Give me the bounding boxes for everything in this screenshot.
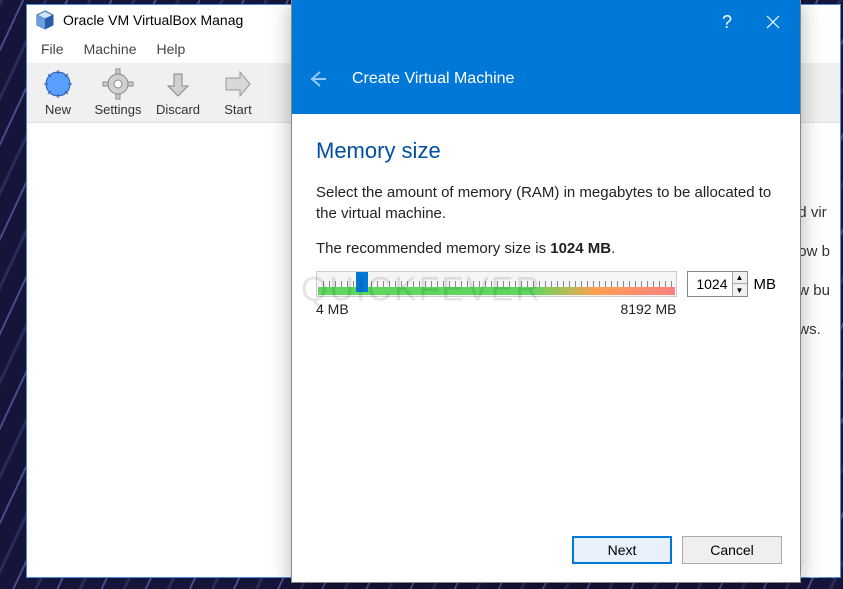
help-button[interactable]: ? xyxy=(704,0,750,44)
page-heading: Memory size xyxy=(316,138,776,164)
slider-min-label: 4 MB xyxy=(316,301,349,317)
menu-help[interactable]: Help xyxy=(146,37,195,61)
back-arrow-icon xyxy=(306,68,328,90)
menu-machine[interactable]: Machine xyxy=(74,37,147,61)
slider-max-label: 8192 MB xyxy=(620,301,676,317)
memory-spinbox[interactable]: ▲ ▼ xyxy=(687,271,748,297)
discard-icon xyxy=(162,68,194,100)
create-vm-dialog: ? Create Virtual Machine Memory size Sel… xyxy=(291,0,801,583)
settings-label: Settings xyxy=(95,102,142,117)
new-icon xyxy=(42,68,74,100)
new-button[interactable]: New xyxy=(33,68,83,117)
start-label: Start xyxy=(224,102,251,117)
spin-down-button[interactable]: ▼ xyxy=(733,284,747,296)
dialog-body: Memory size Select the amount of memory … xyxy=(292,114,800,524)
close-button[interactable] xyxy=(750,0,796,44)
settings-button[interactable]: Settings xyxy=(93,68,143,117)
chevron-up-icon: ▲ xyxy=(736,273,744,282)
description-text: Select the amount of memory (RAM) in meg… xyxy=(316,182,776,224)
discard-label: Discard xyxy=(156,102,200,117)
window-title: Oracle VM VirtualBox Manag xyxy=(63,12,243,28)
spin-up-button[interactable]: ▲ xyxy=(733,272,747,284)
menu-file[interactable]: File xyxy=(31,37,74,61)
unit-label: MB xyxy=(754,276,777,293)
gear-icon xyxy=(102,68,134,100)
new-label: New xyxy=(45,102,71,117)
start-button[interactable]: Start xyxy=(213,68,263,117)
help-icon: ? xyxy=(722,12,732,33)
memory-input[interactable] xyxy=(688,272,732,296)
virtualbox-logo-icon xyxy=(35,10,55,30)
start-icon xyxy=(222,68,254,100)
recommended-text: The recommended memory size is 1024 MB. xyxy=(316,240,776,257)
slider-thumb[interactable] xyxy=(356,271,368,292)
back-button[interactable] xyxy=(302,64,332,94)
memory-slider[interactable] xyxy=(316,271,677,297)
close-icon xyxy=(766,15,780,29)
dialog-header: Create Virtual Machine xyxy=(292,44,800,114)
dialog-title: Create Virtual Machine xyxy=(352,70,514,88)
next-button[interactable]: Next xyxy=(572,536,672,564)
chevron-down-icon: ▼ xyxy=(736,286,744,295)
dialog-footer: Next Cancel xyxy=(292,524,800,582)
discard-button[interactable]: Discard xyxy=(153,68,203,117)
dialog-titlebar: ? xyxy=(292,0,800,44)
cancel-button[interactable]: Cancel xyxy=(682,536,782,564)
